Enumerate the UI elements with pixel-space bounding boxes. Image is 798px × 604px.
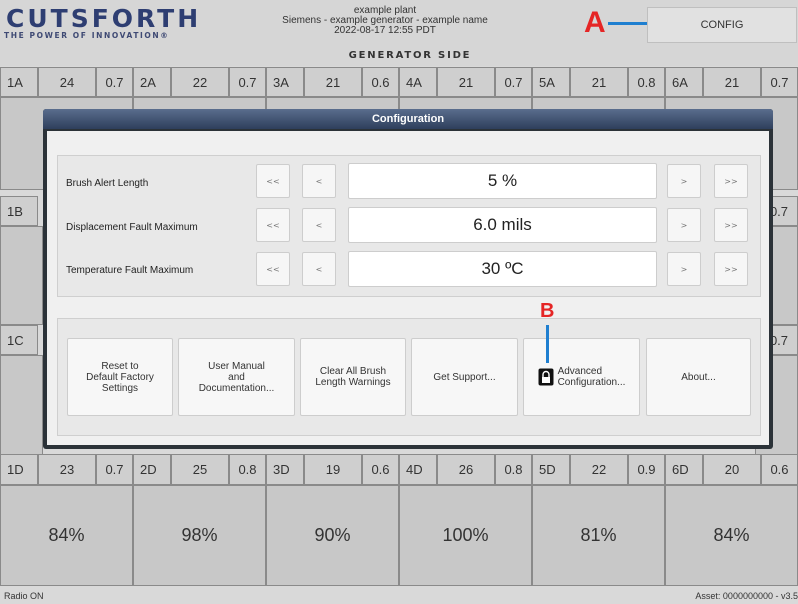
annotation-a: A [584,6,606,39]
brush-wear: 0.7 [495,67,532,97]
brush-wear: 0.9 [628,454,665,485]
brush-length: 19 [304,454,362,485]
brush-id: 4D [399,454,437,485]
brush-length: 25 [171,454,229,485]
brush-length: 23 [38,454,96,485]
increment-button[interactable]: > [667,252,701,286]
brush-length: 21 [437,67,495,97]
get-support-button[interactable]: Get Support... [411,338,518,416]
displacement-fault-value: 6.0 mils [348,207,657,243]
logo: CUTSFORTH [6,4,202,33]
fast-decrement-button[interactable]: << [256,164,290,198]
brush-wear: 0.8 [628,67,665,97]
brush-id: 4A [399,67,437,97]
increment-button[interactable]: > [667,164,701,198]
brush-percent: 98% [133,485,266,586]
brush-id: 1D [0,454,38,485]
brush-wear: 0.6 [362,67,399,97]
brush-percent: 90% [266,485,399,586]
brush-length: 20 [703,454,761,485]
brush-wear: 0.7 [96,454,133,485]
header: CUTSFORTH THE POWER OF INNOVATION® examp… [0,0,798,66]
fast-increment-button[interactable]: >> [714,164,748,198]
brush-wear: 0.7 [229,67,266,97]
lock-icon [538,368,554,386]
config-button[interactable]: CONFIG [647,7,797,43]
brush-id: 6D [665,454,703,485]
setting-label: Temperature Fault Maximum [66,265,194,276]
brush-wear: 0.6 [761,454,798,485]
advanced-configuration-label: Advanced Configuration... [557,366,626,388]
brush-length: 21 [570,67,628,97]
brush-id: 2A [133,67,171,97]
side-title: GENERATOR SIDE [348,50,472,61]
brush-percent: 100% [399,485,532,586]
about-button[interactable]: About... [646,338,751,416]
decrement-button[interactable]: < [302,208,336,242]
fast-increment-button[interactable]: >> [714,208,748,242]
brush-percent: 84% [665,485,798,586]
fast-decrement-button[interactable]: << [256,208,290,242]
fast-increment-button[interactable]: >> [714,252,748,286]
brush-wear: 0.7 [761,67,798,97]
brush-id: 5A [532,67,570,97]
brush-percent: 81% [532,485,665,586]
increment-button[interactable]: > [667,208,701,242]
brush-id: 1A [0,67,38,97]
brush-id: 5D [532,454,570,485]
brush-body [0,226,43,325]
brush-length: 21 [304,67,362,97]
asset-version: Asset: 0000000000 - v3.5 [695,591,798,601]
decrement-button[interactable]: < [302,252,336,286]
user-manual-button[interactable]: User Manual and Documentation... [178,338,295,416]
temperature-fault-value: 30 ºC [348,251,657,287]
brush-id: 3A [266,67,304,97]
brush-length: 26 [437,454,495,485]
clear-warnings-button[interactable]: Clear All Brush Length Warnings [300,338,406,416]
fast-decrement-button[interactable]: << [256,252,290,286]
setting-label: Brush Alert Length [66,178,149,189]
brush-wear: 0.8 [495,454,532,485]
brush-wear: 0.6 [362,454,399,485]
annotation-b: B [540,300,555,322]
brush-length: 22 [570,454,628,485]
brush-id: 2D [133,454,171,485]
decrement-button[interactable]: < [302,164,336,198]
brush-id: 6A [665,67,703,97]
plant-info: example plant Siemens - example generato… [240,6,530,36]
advanced-configuration-button[interactable]: Advanced Configuration... [523,338,640,416]
brush-alert-value: 5 % [348,163,657,199]
dialog-title: Configuration [43,109,773,129]
brush-length: 24 [38,67,96,97]
brush-length: 21 [703,67,761,97]
logo-tagline: THE POWER OF INNOVATION® [4,31,170,40]
reset-defaults-button[interactable]: Reset to Default Factory Settings [67,338,173,416]
brush-wear: 0.8 [229,454,266,485]
annotation-b-pointer [546,325,549,363]
radio-status: Radio ON [4,591,44,601]
plant-datetime: 2022-08-17 12:55 PDT [334,25,436,36]
brush-id: 1B [0,196,38,226]
brush-wear: 0.7 [96,67,133,97]
setting-label: Displacement Fault Maximum [66,222,198,233]
brush-id: 3D [266,454,304,485]
brush-body [0,355,43,455]
brush-length: 22 [171,67,229,97]
brush-id: 1C [0,325,38,355]
brush-percent: 84% [0,485,133,586]
